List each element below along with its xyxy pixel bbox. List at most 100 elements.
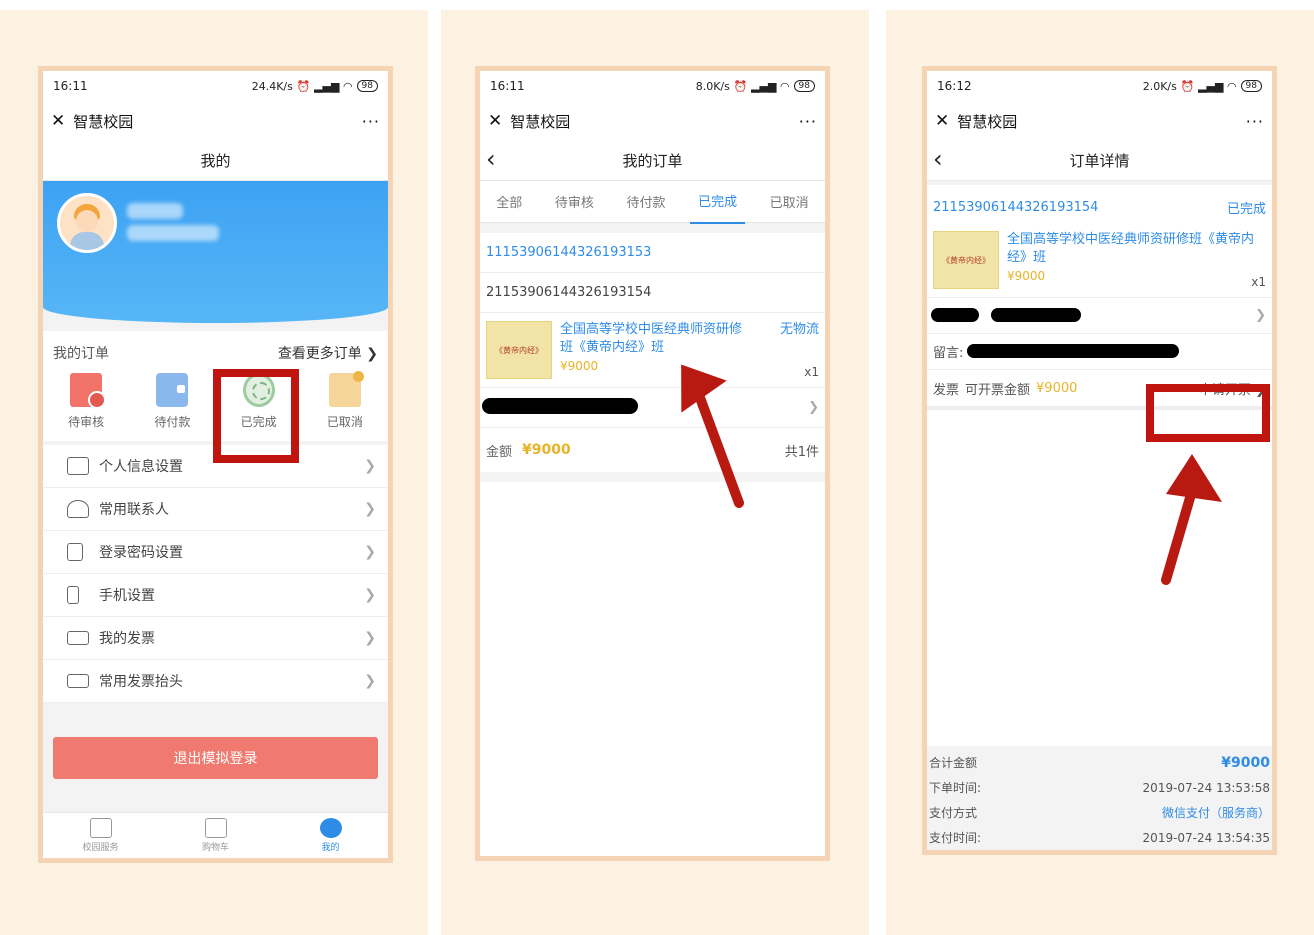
profile-doc-icon	[67, 457, 89, 475]
product-quantity: x1	[804, 365, 819, 379]
app-title: 智慧校园	[957, 112, 1018, 131]
phone-screen-profile: 16:11 24.4K/s ⏰ ▂▄▆ ◠ 98 ✕ 智慧校园 ··· 我的 我…	[38, 66, 393, 863]
chevron-right-icon: ❯	[808, 400, 819, 415]
app-title-bar: ✕ 智慧校园 ···	[927, 101, 1272, 141]
home-icon	[89, 818, 112, 838]
message-row: 留言:	[927, 334, 1272, 370]
invoice-icon	[67, 631, 89, 645]
wallet-icon	[156, 373, 189, 407]
order-status: 已完成	[1226, 201, 1266, 217]
payment-method: 微信支付（服务商）	[1161, 806, 1270, 820]
menu-item-contacts[interactable]: 常用联系人 ❯	[43, 488, 388, 531]
tab-cart[interactable]: 购物车	[186, 818, 246, 853]
menu-item-password[interactable]: 登录密码设置 ❯	[43, 531, 388, 574]
order-filter-pending-review[interactable]: 待审核	[51, 373, 121, 430]
blurred-phone	[127, 225, 219, 241]
order-summary: 合计金额 ¥9000 下单时间: 2019-07-24 13:53:58 支付方式微…	[927, 746, 1272, 850]
redaction-bar	[482, 398, 638, 414]
parent-order-number[interactable]: 11153906144326193153	[480, 233, 825, 273]
product-title: 全国高等学校中医经典师资研修班《黄帝内经》班	[560, 322, 743, 355]
app-title-bar: ✕ 智慧校园 ···	[480, 101, 825, 141]
status-time: 16:11	[490, 79, 525, 93]
highlight-box-apply-invoice	[1146, 384, 1270, 442]
order-amount: ¥9000	[522, 442, 571, 458]
close-icon[interactable]: ✕	[935, 111, 949, 131]
item-count: 共1件	[784, 444, 819, 460]
page-title: 我的	[200, 152, 231, 170]
order-filter-cancelled[interactable]: 已取消	[310, 371, 380, 430]
order-item[interactable]: 《黄帝内经》 全国高等学校中医经典师资研修班《黄帝内经》班 ¥9000 x1	[927, 229, 1272, 298]
view-more-orders-link[interactable]: 查看更多订单 ❯	[278, 343, 378, 363]
tab-pending-review[interactable]: 待审核	[547, 180, 602, 223]
signal-icon: ⏰ ▂▄▆ ◠	[1180, 79, 1237, 93]
redacted-row[interactable]: ❯	[927, 298, 1272, 334]
order-time: 2019-07-24 13:53:58	[1142, 780, 1270, 795]
app-title: 智慧校园	[510, 112, 571, 131]
chevron-right-icon: ❯	[364, 673, 376, 689]
contacts-icon	[67, 500, 89, 518]
pending-review-icon	[70, 373, 107, 409]
order-number: 21153906144326193154	[933, 199, 1099, 215]
app-title: 智慧校园	[73, 112, 134, 131]
status-bar: 16:12 2.0K/s ⏰ ▂▄▆ ◠ 98	[927, 71, 1272, 101]
order-number: 21153906144326193154	[480, 273, 825, 313]
order-status-tabs: 全部 待审核 待付款 已完成 已取消	[480, 179, 825, 224]
logistics-status: 无物流	[779, 322, 819, 337]
page-title: 我的订单	[622, 152, 683, 170]
book-thumbnail: 《黄帝内经》	[933, 231, 999, 289]
book-thumbnail: 《黄帝内经》	[486, 321, 552, 379]
cart-icon	[204, 818, 227, 838]
total-amount: ¥9000	[1221, 754, 1270, 771]
invoice-title-icon	[67, 674, 89, 688]
signal-icon: ⏰ ▂▄▆ ◠	[733, 79, 790, 93]
product-price: ¥9000	[1007, 269, 1046, 283]
back-icon[interactable]: ‹	[486, 145, 496, 173]
network-speed: 2.0K/s	[1142, 79, 1177, 93]
menu-item-invoice-titles[interactable]: 常用发票抬头 ❯	[43, 660, 388, 703]
app-title-bar: ✕ 智慧校园 ···	[43, 101, 388, 141]
redaction-bar	[967, 344, 1179, 358]
settings-menu: 个人信息设置 ❯ 常用联系人 ❯ 登录密码设置 ❯ 手机设置 ❯ 我的发票 ❯ 常用发票抬…	[43, 445, 388, 703]
redaction-bar	[931, 308, 979, 322]
tab-all[interactable]: 全部	[488, 180, 530, 223]
close-icon[interactable]: ✕	[488, 111, 502, 131]
battery-icon: 98	[1240, 80, 1262, 92]
battery-icon: 98	[793, 80, 815, 92]
cancelled-clipboard-icon	[328, 371, 364, 407]
product-quantity: x1	[1251, 275, 1266, 289]
product-title: 全国高等学校中医经典师资研修班《黄帝内经》班	[1007, 232, 1255, 265]
more-options-icon[interactable]: ···	[1246, 112, 1264, 131]
red-arrow-annotation	[681, 364, 744, 508]
logout-button[interactable]: 退出模拟登录	[53, 737, 378, 779]
battery-icon: 98	[356, 80, 378, 92]
chevron-right-icon: ❯	[364, 630, 376, 646]
tab-pending-payment[interactable]: 待付款	[618, 180, 673, 223]
invoice-amount: ¥9000	[1036, 380, 1078, 396]
menu-item-my-invoices[interactable]: 我的发票 ❯	[43, 617, 388, 660]
more-options-icon[interactable]: ···	[799, 112, 817, 131]
chevron-right-icon: ❯	[364, 501, 376, 517]
screenshot-panel-profile: 16:11 24.4K/s ⏰ ▂▄▆ ◠ 98 ✕ 智慧校园 ··· 我的 我…	[0, 10, 428, 935]
page-header: ‹ 我的订单	[480, 141, 825, 181]
payment-time: 2019-07-24 13:54:35	[1142, 830, 1270, 845]
tab-completed[interactable]: 已完成	[690, 179, 746, 224]
order-filter-pending-payment[interactable]: 待付款	[137, 373, 207, 430]
chevron-right-icon: ❯	[364, 544, 376, 560]
tab-cancelled[interactable]: 已取消	[762, 180, 817, 223]
profile-banner	[43, 181, 388, 323]
close-icon[interactable]: ✕	[51, 111, 65, 131]
tab-mine[interactable]: 我的	[301, 818, 361, 853]
user-icon	[319, 818, 342, 838]
bottom-tab-bar: 校园服务 购物车 我的	[43, 812, 388, 858]
red-arrow-annotation	[1161, 454, 1222, 585]
more-options-icon[interactable]: ···	[362, 112, 380, 131]
status-time: 16:12	[937, 79, 972, 93]
order-header-row: 21153906144326193154 已完成	[927, 185, 1272, 229]
blurred-username	[127, 203, 183, 219]
back-icon[interactable]: ‹	[933, 145, 943, 173]
menu-item-phone[interactable]: 手机设置 ❯	[43, 574, 388, 617]
tab-campus-services[interactable]: 校园服务	[71, 818, 131, 853]
page-title: 订单详情	[1069, 152, 1130, 170]
chevron-right-icon: ❯	[364, 458, 376, 474]
avatar[interactable]	[57, 193, 117, 253]
